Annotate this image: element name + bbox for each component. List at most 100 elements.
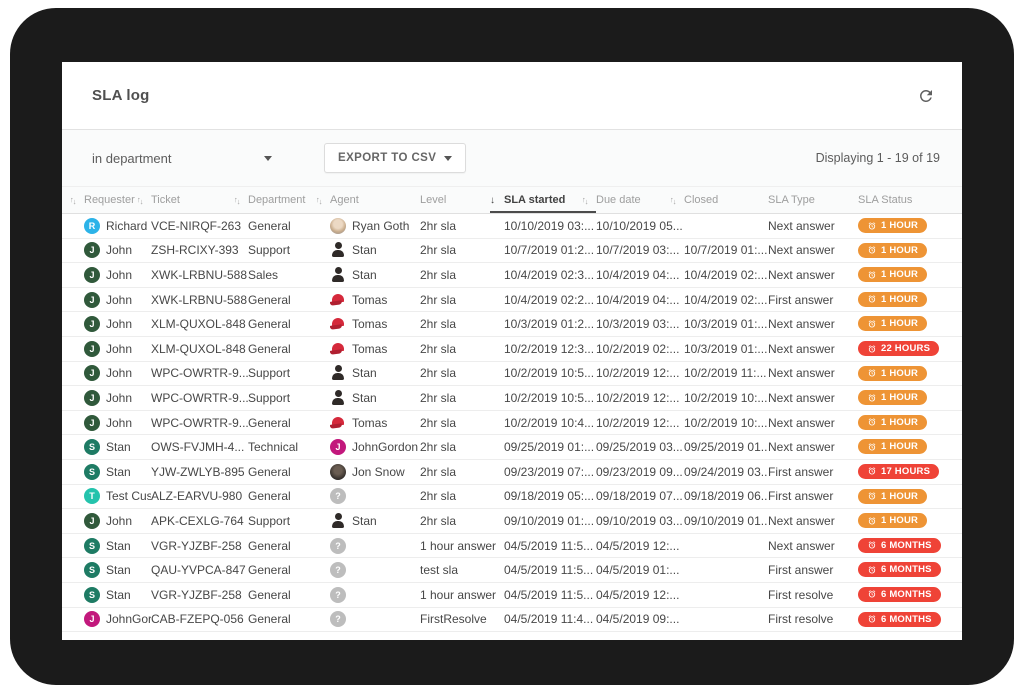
alarm-icon [867, 417, 877, 427]
export-to-csv-button[interactable]: EXPORT TO CSV [324, 143, 466, 173]
requester-cell: S Stan [84, 562, 151, 578]
table-row[interactable]: JJohnXLM-QUXOL-848GeneralTomas2hr sla10/… [62, 337, 962, 362]
department: General [248, 416, 330, 430]
sla-started: 04/5/2019 11:5... [504, 539, 596, 553]
sla-level: 1 hour answer [420, 539, 504, 553]
avatar-initial: J [84, 611, 100, 627]
sla-type: Next answer [768, 366, 858, 380]
department: General [248, 489, 330, 503]
due-date: 04/5/2019 12:... [596, 588, 684, 602]
department: General [248, 342, 330, 356]
agent-cell: Stan [330, 513, 420, 529]
sla-started: 10/10/2019 03:... [504, 219, 596, 233]
requester-cell: SStan [84, 464, 151, 480]
agent-name: Stan [352, 391, 377, 405]
requester-name: Stan [106, 465, 131, 479]
sla-type: Next answer [768, 416, 858, 430]
avatar-red-cap [330, 292, 346, 308]
cap-brim [330, 423, 342, 429]
table-row[interactable]: SStanVGR-YJZBF-258General?1 hour answer0… [62, 583, 962, 608]
sla-status-cell: 1 HOUR [858, 267, 962, 283]
sla-status-cell: 6 MONTHS [858, 612, 962, 628]
column-label: SLA started [504, 194, 565, 206]
column-header-agent[interactable]: ↑↓Agent [330, 187, 420, 213]
table-row[interactable]: JJohnWPC-OWRTR-9...SupportStan2hr sla10/… [62, 386, 962, 411]
requester-name: Stan [106, 588, 131, 602]
ticket-code: YJW-ZWLYB-895 [151, 465, 248, 479]
column-label: SLA Status [858, 194, 912, 206]
department: General [248, 293, 330, 307]
table-row[interactable]: JJohnXLM-QUXOL-848GeneralTomas2hr sla10/… [62, 312, 962, 337]
sla-status-label: 1 HOUR [881, 368, 918, 379]
ticket-code: XLM-QUXOL-848 [151, 342, 248, 356]
ticket-code: WPC-OWRTR-9... [151, 391, 248, 405]
requester-cell: TTest Custo [84, 488, 151, 504]
requester-name: Stan [106, 563, 131, 577]
table-row[interactable]: JJohnAPK-CEXLG-764SupportStan2hr sla09/1… [62, 509, 962, 534]
ticket-code: WPC-OWRTR-9... [151, 416, 248, 430]
table-row[interactable]: JJohnZSH-RCIXY-393SupportStan2hr sla10/7… [62, 239, 962, 264]
avatar-initial: S [84, 562, 100, 578]
avatar-person-silhouette [330, 365, 346, 381]
sla-type: First answer [768, 489, 858, 503]
department: Support [248, 391, 330, 405]
avatar-person-silhouette [330, 267, 346, 283]
alarm-icon [867, 516, 877, 526]
table-row[interactable]: JJohnXWK-LRBNU-588GeneralTomas2hr sla10/… [62, 288, 962, 313]
sla-status-cell: 6 MONTHS [858, 587, 962, 603]
sla-level: 2hr sla [420, 243, 504, 257]
table-row[interactable]: JJohnWPC-OWRTR-9...SupportStan2hr sla10/… [62, 362, 962, 387]
sla-level: 2hr sla [420, 489, 504, 503]
due-date: 10/2/2019 02:... [596, 342, 684, 356]
agent-name: Stan [352, 268, 377, 282]
sla-started: 10/4/2019 02:2... [504, 293, 596, 307]
column-header-closed[interactable]: ↑↓Closed [684, 187, 768, 213]
department: General [248, 317, 330, 331]
sla-status-label: 1 HOUR [881, 220, 918, 231]
closed-date: 10/2/2019 10:... [684, 416, 768, 430]
ticket-code: CAB-FZEPQ-056 [151, 612, 248, 626]
due-date: 10/2/2019 12:... [596, 416, 684, 430]
table-row[interactable]: SStanQAU-YVPCA-847General?test sla04/5/2… [62, 558, 962, 583]
sla-status-badge: 6 MONTHS [858, 587, 941, 602]
silhouette-head [335, 365, 342, 372]
sort-desc-icon: ↓ [490, 195, 504, 206]
table-row[interactable]: JJohnGordoCAB-FZEPQ-056General?FirstReso… [62, 608, 962, 633]
chevron-down-icon [444, 156, 452, 161]
due-date: 04/5/2019 09:... [596, 612, 684, 626]
table-row[interactable]: TTest CustoALZ-EARVU-980General?2hr sla0… [62, 485, 962, 510]
sla-type: Next answer [768, 342, 858, 356]
closed-date: 10/2/2019 11:... [684, 366, 768, 380]
department-filter-dropdown[interactable]: in department [92, 151, 272, 166]
ticket-code: VGR-YJZBF-258 [151, 588, 248, 602]
requester-name: John [106, 391, 132, 405]
department: General [248, 219, 330, 233]
table-row[interactable]: SStanOWS-FVJMH-4...TechnicalJJohnGordon2… [62, 435, 962, 460]
column-header-sla-type: SLA Type [768, 187, 858, 213]
table-row[interactable]: SStanYJW-ZWLYB-895GeneralJon Snow2hr sla… [62, 460, 962, 485]
refresh-icon[interactable] [916, 86, 936, 106]
agent-name: Ryan Goth [352, 219, 409, 233]
requester-name: Stan [106, 539, 131, 553]
sla-status-cell: 1 HOUR [858, 316, 962, 332]
requester-name: Test Custo [106, 489, 151, 503]
sla-status-label: 6 MONTHS [881, 614, 932, 625]
sla-level: 2hr sla [420, 342, 504, 356]
sla-level: 2hr sla [420, 293, 504, 307]
ticket-code: ZSH-RCIXY-393 [151, 243, 248, 257]
sla-level: 2hr sla [420, 440, 504, 454]
department: General [248, 563, 330, 577]
agent-cell: Stan [330, 242, 420, 258]
requester-name: John [106, 342, 132, 356]
table-row[interactable]: SStanVGR-YJZBF-258General?1 hour answer0… [62, 534, 962, 559]
export-to-csv-label: EXPORT TO CSV [338, 152, 436, 164]
requester-cell: RRichard [84, 218, 151, 234]
sla-type: Next answer [768, 317, 858, 331]
table-row[interactable]: RRichardVCE-NIRQF-263GeneralRyan Goth2hr… [62, 214, 962, 239]
agent-cell: JJohnGordon [330, 439, 420, 455]
closed-date: 10/2/2019 10:... [684, 391, 768, 405]
silhouette-body [332, 250, 344, 257]
column-label: Level [420, 194, 446, 206]
table-row[interactable]: JJohnWPC-OWRTR-9...GeneralTomas2hr sla10… [62, 411, 962, 436]
table-row[interactable]: JJohnXWK-LRBNU-588SalesStan2hr sla10/4/2… [62, 263, 962, 288]
